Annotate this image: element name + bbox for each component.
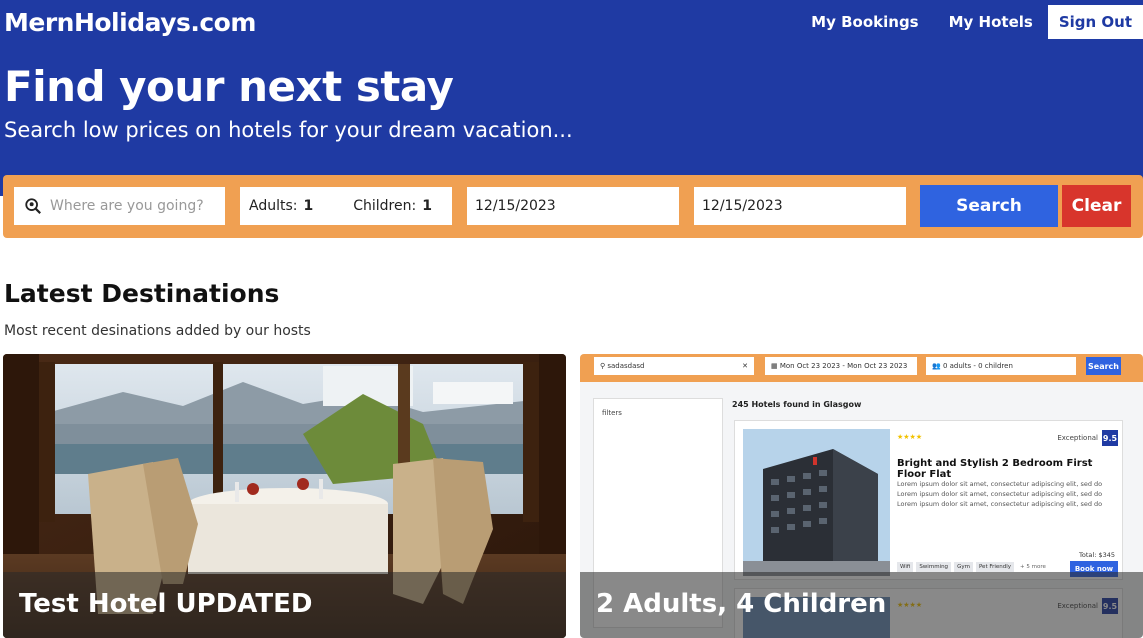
- preview-close-icon: ✕: [742, 362, 748, 370]
- preview-rating-badge: 9.5: [1102, 430, 1118, 446]
- children-input[interactable]: 1: [422, 198, 432, 214]
- adults-label: Adults:: [249, 198, 298, 214]
- destination-card[interactable]: ⚲ sadasdasd ✕ ▦ Mon Oct 23 2023 - Mon Oc…: [580, 354, 1143, 638]
- preview-hotel-name: Bright and Stylish 2 Bedroom First Floor…: [897, 458, 1093, 480]
- preview-dates: ▦ Mon Oct 23 2023 - Mon Oct 23 2023: [765, 357, 917, 375]
- preview-rating-label: Exceptional: [1057, 434, 1098, 442]
- nav-my-hotels[interactable]: My Hotels: [934, 5, 1048, 39]
- preview-tag: Pet Friendly: [975, 562, 1015, 572]
- preview-guests: 👥 0 adults - 0 children: [926, 357, 1076, 375]
- preview-search-button: Search: [1086, 357, 1121, 375]
- preview-more-tags: + 5 more: [1020, 564, 1046, 570]
- preview-tag: Wifi: [897, 562, 914, 572]
- search-button[interactable]: Search: [920, 185, 1058, 227]
- preview-facility-tags: Wifi Swimming Gym Pet Friendly + 5 more: [897, 562, 1049, 572]
- preview-dates-text: Mon Oct 23 2023 - Mon Oct 23 2023: [779, 362, 908, 370]
- card-caption: 2 Adults, 4 Children: [580, 572, 1143, 638]
- header: MernHolidays.com My Bookings My Hotels S…: [0, 0, 1143, 196]
- preview-star-rating: ★★★★: [897, 433, 923, 441]
- preview-destination: ⚲ sadasdasd ✕: [594, 357, 754, 375]
- card-caption: Test Hotel UPDATED: [3, 572, 566, 638]
- guests-field: Adults: 1 Children: 1: [240, 187, 452, 225]
- destination-input[interactable]: Where are you going?: [14, 187, 225, 225]
- destination-card[interactable]: Test Hotel UPDATED: [3, 354, 566, 638]
- search-bar: Where are you going? Adults: 1 Children:…: [3, 175, 1143, 238]
- sign-out-button[interactable]: Sign Out: [1047, 5, 1143, 39]
- preview-users-icon: 👥: [932, 362, 943, 370]
- hero-subtitle: Search low prices on hotels for your dre…: [4, 118, 573, 142]
- nav-my-bookings[interactable]: My Bookings: [796, 5, 933, 39]
- adults-input[interactable]: 1: [303, 198, 313, 214]
- preview-guests-text: 0 adults - 0 children: [942, 362, 1013, 370]
- preview-tag: Gym: [954, 562, 973, 572]
- preview-results-count: 245 Hotels found in Glasgow: [732, 400, 862, 409]
- destination-placeholder: Where are you going?: [50, 198, 204, 214]
- preview-calendar-icon: ▦: [771, 362, 780, 370]
- section-subtitle: Most recent desinations added by our hos…: [4, 323, 311, 339]
- check-in-date-input[interactable]: 12/15/2023: [467, 187, 679, 225]
- preview-hotel-photo: [743, 429, 890, 576]
- site-logo[interactable]: MernHolidays.com: [4, 8, 256, 37]
- card-title: Test Hotel UPDATED: [19, 589, 313, 619]
- preview-search-icon: ⚲: [600, 362, 608, 370]
- preview-tag: Swimming: [916, 562, 952, 572]
- card-title: 2 Adults, 4 Children: [596, 589, 887, 619]
- preview-total-price: Total: $345: [1079, 551, 1115, 559]
- search-location-icon: [25, 198, 41, 214]
- children-label: Children:: [353, 198, 417, 214]
- preview-destination-text: sadasdasd: [607, 362, 645, 370]
- check-out-date-input[interactable]: 12/15/2023: [694, 187, 906, 225]
- hero-title: Find your next stay: [4, 62, 454, 111]
- preview-hotel-card: ★★★★ Exceptional 9.5 Bright and Stylish …: [734, 420, 1123, 580]
- clear-button[interactable]: Clear: [1062, 185, 1131, 227]
- section-title: Latest Destinations: [4, 279, 280, 308]
- preview-search-bar: ⚲ sadasdasd ✕ ▦ Mon Oct 23 2023 - Mon Oc…: [580, 354, 1143, 382]
- top-nav: My Bookings My Hotels Sign Out: [796, 5, 1143, 39]
- preview-hotel-description: Lorem ipsum dolor sit amet, consectetur …: [897, 480, 1103, 508]
